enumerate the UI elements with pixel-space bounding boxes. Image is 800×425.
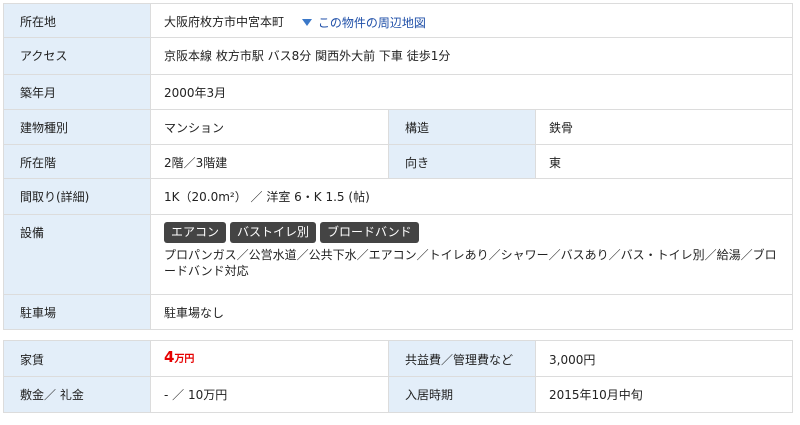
building-type-label: 建物種別 — [3, 109, 151, 145]
move-in-label: 入居時期 — [388, 376, 536, 413]
rent-label: 家賃 — [3, 340, 151, 377]
facility-tags: エアコン バストイレ別 ブロードバンド — [164, 222, 784, 243]
fees-table: 家賃 4万円 共益費／管理費など 3,000円 敷金／ 礼金 - ／ 10万円 … — [3, 340, 793, 413]
location-value: 大阪府枚方市中宮本町 — [164, 15, 285, 29]
facilities-label: 設備 — [3, 214, 151, 295]
rent-unit: 万円 — [174, 354, 195, 365]
row-parking: 駐車場 駐車場なし — [3, 294, 793, 330]
row-access: アクセス 京阪本線 枚方市駅 バス8分 関西外大前 下車 徒歩1分 — [3, 37, 793, 75]
parking-label: 駐車場 — [3, 294, 151, 330]
structure-label: 構造 — [388, 109, 536, 145]
row-building-type: 建物種別 マンション 構造 鉄骨 — [3, 109, 793, 145]
layout-value: 1K（20.0m²） ／ 洋室 6・K 1.5 (帖) — [150, 178, 793, 215]
row-facilities: 設備 エアコン バストイレ別 ブロードバンド プロパンガス／公営水道／公共下水／… — [3, 214, 793, 295]
built-value: 2000年3月 — [150, 74, 793, 110]
parking-value: 駐車場なし — [150, 294, 793, 330]
rent-number: 4 — [164, 348, 175, 366]
move-in-value: 2015年10月中旬 — [535, 376, 793, 413]
facility-tag: バストイレ別 — [230, 222, 317, 243]
deposit-label: 敷金／ 礼金 — [3, 376, 151, 413]
property-info-table: 所在地 大阪府枚方市中宮本町 この物件の周辺地図 アクセス 京阪本線 枚方市駅 … — [3, 3, 793, 330]
structure-value: 鉄骨 — [535, 109, 793, 145]
deposit-value: - ／ 10万円 — [150, 376, 389, 413]
rent-amount: 4万円 — [164, 348, 194, 366]
direction-label: 向き — [388, 144, 536, 179]
location-label: 所在地 — [3, 3, 151, 38]
layout-label: 間取り(詳細) — [3, 178, 151, 215]
location-value-cell: 大阪府枚方市中宮本町 この物件の周辺地図 — [150, 3, 793, 38]
facilities-description: プロパンガス／公営水道／公共下水／エアコン／トイレあり／シャワー／バスあり／バス… — [164, 248, 777, 278]
nearby-map-link-label: この物件の周辺地図 — [317, 15, 426, 30]
facility-tag: ブロードバンド — [320, 222, 419, 243]
access-label: アクセス — [3, 37, 151, 75]
common-fee-label: 共益費／管理費など — [388, 340, 536, 377]
row-location: 所在地 大阪府枚方市中宮本町 この物件の周辺地図 — [3, 3, 793, 38]
rent-value-cell: 4万円 — [150, 340, 389, 377]
floor-value: 2階／3階建 — [150, 144, 389, 179]
facilities-value-cell: エアコン バストイレ別 ブロードバンド プロパンガス／公営水道／公共下水／エアコ… — [150, 214, 793, 295]
row-layout: 間取り(詳細) 1K（20.0m²） ／ 洋室 6・K 1.5 (帖) — [3, 178, 793, 215]
access-value: 京阪本線 枚方市駅 バス8分 関西外大前 下車 徒歩1分 — [150, 37, 793, 75]
built-label: 築年月 — [3, 74, 151, 110]
floor-label: 所在階 — [3, 144, 151, 179]
property-details: 所在地 大阪府枚方市中宮本町 この物件の周辺地図 アクセス 京阪本線 枚方市駅 … — [0, 0, 800, 425]
row-rent: 家賃 4万円 共益費／管理費など 3,000円 — [3, 340, 793, 377]
building-type-value: マンション — [150, 109, 389, 145]
row-built: 築年月 2000年3月 — [3, 74, 793, 110]
triangle-down-icon — [301, 19, 312, 26]
row-floor: 所在階 2階／3階建 向き 東 — [3, 144, 793, 179]
row-deposit: 敷金／ 礼金 - ／ 10万円 入居時期 2015年10月中旬 — [3, 376, 793, 413]
common-fee-value: 3,000円 — [535, 340, 793, 377]
facility-tag: エアコン — [164, 222, 227, 243]
direction-value: 東 — [535, 144, 793, 179]
nearby-map-link[interactable]: この物件の周辺地図 — [301, 15, 426, 31]
